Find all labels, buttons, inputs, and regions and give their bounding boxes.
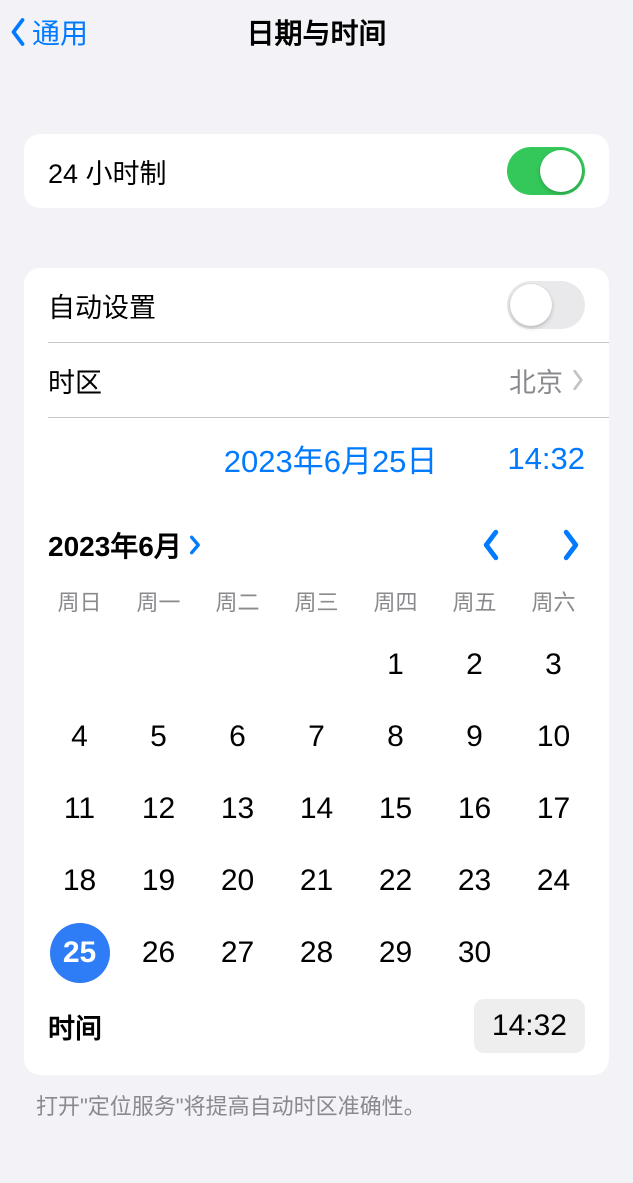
calendar-next-month[interactable]: [557, 525, 585, 565]
calendar-day[interactable]: 28: [277, 917, 356, 989]
calendar-day[interactable]: 2: [435, 629, 514, 701]
calendar-weekday: 周六: [514, 579, 593, 629]
selected-time[interactable]: 14:32: [507, 441, 585, 477]
calendar-day[interactable]: 4: [40, 701, 119, 773]
calendar-weekday: 周二: [198, 579, 277, 629]
row-24hour: 24 小时制: [24, 134, 609, 208]
calendar-day[interactable]: 14: [277, 773, 356, 845]
calendar-day[interactable]: 10: [514, 701, 593, 773]
row-selected-datetime: 2023年6月25日 14:32: [24, 418, 609, 491]
label-auto-set: 自动设置: [48, 286, 507, 325]
calendar-day[interactable]: 19: [119, 845, 198, 917]
row-timezone[interactable]: 时区 北京: [24, 343, 609, 417]
calendar-day[interactable]: 21: [277, 845, 356, 917]
calendar-day[interactable]: 25: [40, 917, 119, 989]
calendar-day[interactable]: 6: [198, 701, 277, 773]
calendar-day[interactable]: 9: [435, 701, 514, 773]
footer-note: 打开"定位服务"将提高自动时区准确性。: [36, 1089, 597, 1121]
calendar-day-grid: 1234567891011121314151617181920212223242…: [40, 629, 593, 989]
calendar-day[interactable]: 1: [356, 629, 435, 701]
calendar-day[interactable]: 3: [514, 629, 593, 701]
calendar: 2023年6月 周日周一周二周三周四周五周六 12345678910111213…: [24, 491, 609, 989]
selected-date[interactable]: 2023年6月25日: [224, 436, 438, 481]
calendar-weekday: 周日: [40, 579, 119, 629]
calendar-day[interactable]: 27: [198, 917, 277, 989]
chevron-right-icon: [571, 369, 585, 391]
calendar-day[interactable]: 7: [277, 701, 356, 773]
calendar-day-empty: [198, 629, 277, 701]
calendar-day[interactable]: 15: [356, 773, 435, 845]
calendar-weekday-row: 周日周一周二周三周四周五周六: [40, 579, 593, 629]
label-24hour: 24 小时制: [48, 152, 507, 191]
calendar-day[interactable]: 18: [40, 845, 119, 917]
chevron-left-icon: [481, 529, 501, 561]
calendar-day[interactable]: 12: [119, 773, 198, 845]
calendar-weekday: 周四: [356, 579, 435, 629]
time-picker-button[interactable]: 14:32: [474, 999, 585, 1053]
calendar-day[interactable]: 17: [514, 773, 593, 845]
calendar-day[interactable]: 24: [514, 845, 593, 917]
label-timezone: 时区: [48, 361, 509, 400]
back-button[interactable]: 通用: [8, 12, 88, 52]
calendar-prev-month[interactable]: [477, 525, 505, 565]
calendar-day-empty: [119, 629, 198, 701]
calendar-month-label: 2023年6月: [48, 525, 182, 565]
back-label: 通用: [32, 12, 88, 52]
chevron-right-icon: [188, 534, 202, 556]
switch-24hour[interactable]: [507, 147, 585, 195]
calendar-day[interactable]: 22: [356, 845, 435, 917]
calendar-weekday: 周三: [277, 579, 356, 629]
calendar-day[interactable]: 13: [198, 773, 277, 845]
switch-auto-set[interactable]: [507, 281, 585, 329]
group-datetime: 自动设置 时区 北京 2023年6月25日 14:32 2023年6月: [24, 268, 609, 1075]
calendar-day-empty: [40, 629, 119, 701]
value-timezone: 北京: [509, 361, 563, 400]
calendar-day[interactable]: 8: [356, 701, 435, 773]
calendar-month-picker[interactable]: 2023年6月: [48, 525, 202, 565]
chevron-right-icon: [561, 529, 581, 561]
calendar-day[interactable]: 26: [119, 917, 198, 989]
row-auto-set: 自动设置: [24, 268, 609, 342]
chevron-left-icon: [8, 17, 28, 47]
label-time: 时间: [48, 1007, 474, 1046]
calendar-day[interactable]: 30: [435, 917, 514, 989]
calendar-day-empty: [277, 629, 356, 701]
calendar-day[interactable]: 5: [119, 701, 198, 773]
page-title: 日期与时间: [0, 12, 633, 52]
calendar-weekday: 周一: [119, 579, 198, 629]
calendar-day[interactable]: 29: [356, 917, 435, 989]
calendar-day[interactable]: 20: [198, 845, 277, 917]
row-time-picker: 时间 14:32: [24, 989, 609, 1075]
calendar-day[interactable]: 16: [435, 773, 514, 845]
calendar-day[interactable]: 11: [40, 773, 119, 845]
group-24hour: 24 小时制: [24, 134, 609, 208]
calendar-weekday: 周五: [435, 579, 514, 629]
calendar-day[interactable]: 23: [435, 845, 514, 917]
